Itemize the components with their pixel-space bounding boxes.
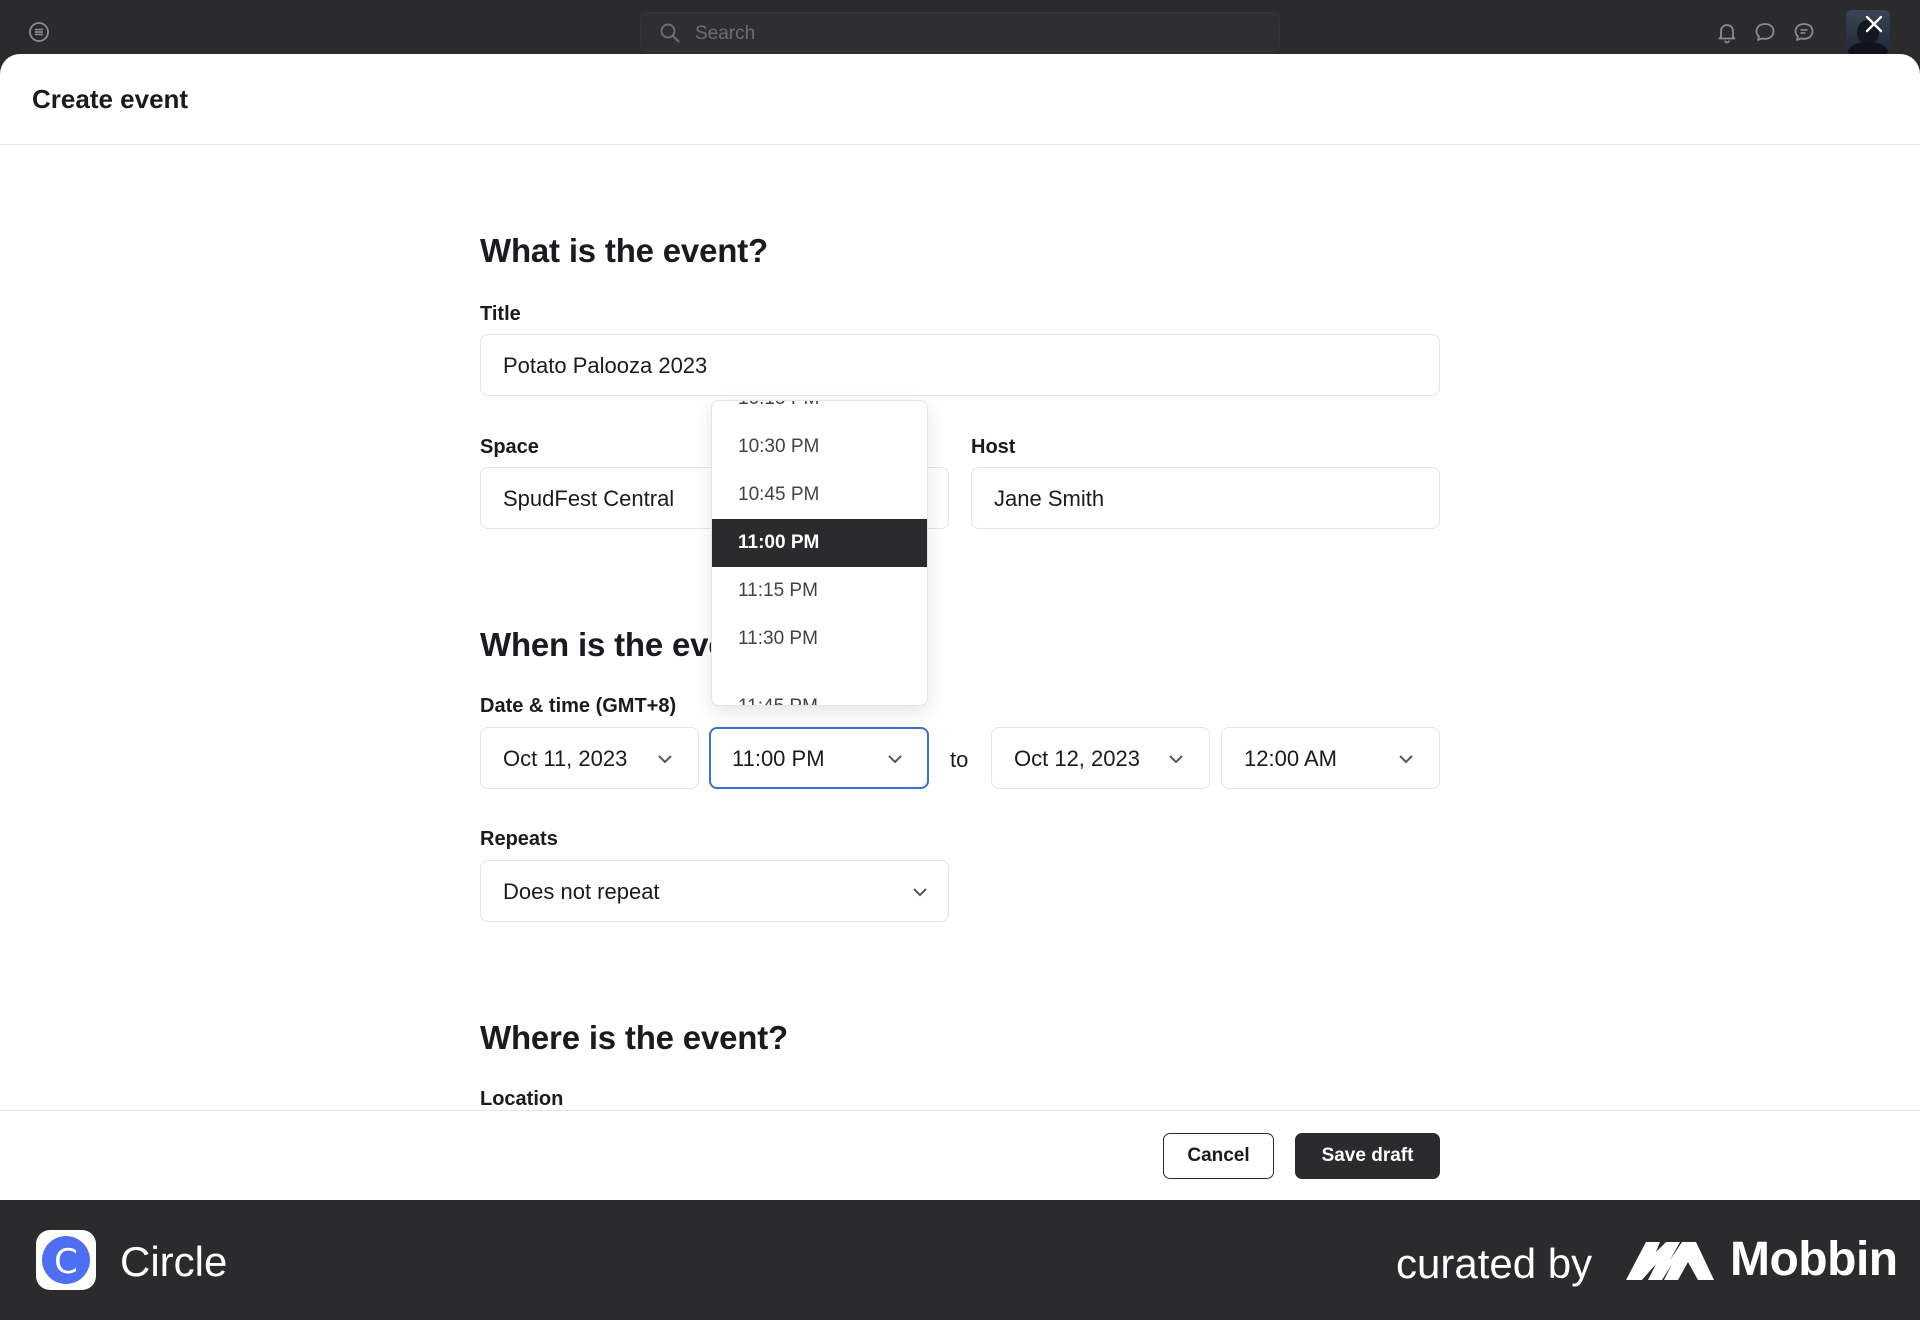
mobbin-logo-icon bbox=[1626, 1242, 1714, 1280]
mobbin-wordmark: Mobbin bbox=[1730, 1233, 1898, 1286]
end-time-value: 12:00 AM bbox=[1244, 746, 1337, 771]
repeats-label: Repeats bbox=[480, 828, 558, 850]
chevron-down-icon bbox=[1169, 755, 1183, 764]
space-select-value: SpudFest Central bbox=[503, 486, 675, 511]
chevron-down-icon bbox=[1399, 755, 1413, 764]
chat-bubble-icon[interactable] bbox=[1753, 20, 1777, 44]
bell-icon[interactable] bbox=[1715, 20, 1739, 44]
when-heading: When is the eve bbox=[480, 626, 727, 663]
cancel-button[interactable]: Cancel bbox=[1163, 1133, 1274, 1179]
time-option[interactable]: 10:45 PM bbox=[712, 471, 927, 519]
start-date-select[interactable]: Oct 11, 2023 bbox=[480, 727, 699, 789]
title-input[interactable]: Potato Palooza 2023 bbox=[480, 334, 1440, 396]
time-option[interactable]: 10:30 PM bbox=[712, 423, 927, 471]
start-time-value: 11:00 PM bbox=[732, 746, 825, 771]
repeats-value: Does not repeat bbox=[503, 879, 660, 904]
modal-title: Create event bbox=[32, 84, 189, 114]
time-dropdown[interactable]: 10:15 PM 10:30 PM 10:45 PM 11:00 PM 11:1… bbox=[711, 400, 928, 706]
what-heading: What is the event? bbox=[480, 232, 768, 269]
start-time-select[interactable]: 11:00 PM bbox=[709, 727, 929, 789]
modal-footer: Cancel Save draft bbox=[0, 1110, 1920, 1200]
circle-logo: C bbox=[36, 1230, 96, 1290]
host-input-value: Jane Smith bbox=[994, 486, 1105, 511]
time-option[interactable]: 11:30 PM bbox=[712, 615, 927, 663]
repeats-select[interactable]: Does not repeat bbox=[480, 860, 949, 922]
to-label: to bbox=[950, 747, 969, 772]
end-time-select[interactable]: 12:00 AM bbox=[1221, 727, 1440, 789]
close-icon[interactable] bbox=[1862, 12, 1886, 36]
community-menu-icon[interactable] bbox=[28, 21, 50, 43]
title-input-value: Potato Palooza 2023 bbox=[503, 353, 708, 378]
chevron-down-icon bbox=[658, 755, 672, 764]
where-heading: Where is the event? bbox=[480, 1019, 788, 1056]
search-placeholder: Search bbox=[695, 23, 756, 44]
host-label: Host bbox=[971, 436, 1016, 458]
time-option[interactable]: 10:15 PM bbox=[712, 401, 927, 423]
curated-by-label: curated by bbox=[1396, 1240, 1593, 1287]
messages-icon[interactable] bbox=[1792, 20, 1816, 44]
create-event-modal: Create event What is the event? Title Po… bbox=[0, 54, 1920, 1200]
end-date-select[interactable]: Oct 12, 2023 bbox=[991, 727, 1210, 789]
time-option-selected[interactable]: 11:00 PM bbox=[712, 519, 927, 567]
time-option[interactable]: 11:45 PM bbox=[712, 683, 927, 705]
space-label: Space bbox=[480, 436, 539, 458]
time-option[interactable]: 11:15 PM bbox=[712, 567, 927, 615]
chevron-down-icon bbox=[913, 888, 927, 897]
search-icon bbox=[660, 23, 680, 43]
location-label: Location bbox=[480, 1088, 564, 1110]
host-input[interactable]: Jane Smith bbox=[971, 467, 1440, 529]
top-bar: Search bbox=[0, 0, 1920, 54]
app-name: Circle bbox=[120, 1238, 228, 1285]
modal-header: Create event bbox=[0, 54, 1920, 145]
search-input[interactable]: Search bbox=[640, 12, 1280, 52]
title-label: Title bbox=[480, 303, 521, 325]
chevron-down-icon bbox=[888, 755, 902, 764]
end-date-value: Oct 12, 2023 bbox=[1014, 746, 1140, 771]
datetime-label: Date & time (GMT+8) bbox=[480, 695, 677, 717]
branding-bar: C Circle curated by Mobbin bbox=[0, 1200, 1920, 1320]
save-draft-button[interactable]: Save draft bbox=[1295, 1133, 1440, 1179]
start-date-value: Oct 11, 2023 bbox=[503, 746, 628, 771]
